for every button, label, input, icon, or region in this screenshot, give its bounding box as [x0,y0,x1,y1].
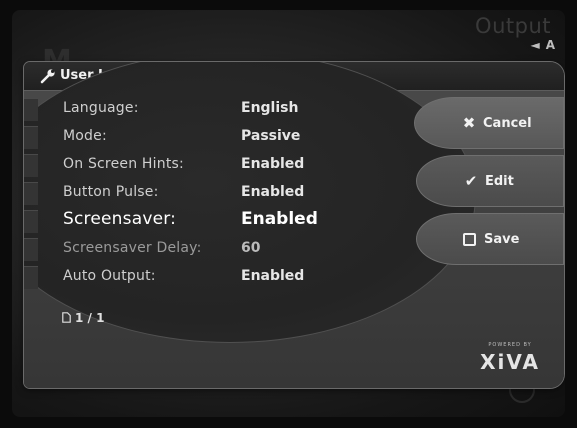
cancel-button[interactable]: ✖ Cancel [414,97,564,149]
logo-text: XiVA [480,350,540,374]
page-count: 1 / 1 [75,311,105,325]
powered-by-text: POWERED BY [488,342,532,348]
save-label: Save [484,231,520,247]
setting-value: Enabled [241,268,305,284]
setting-label: Auto Output: [63,268,156,284]
setting-label: On Screen Hints: [63,156,184,172]
cancel-label: Cancel [483,115,532,131]
background-title: Output [475,14,551,38]
settings-list: Language: English Mode: Passive On Scree… [24,95,434,291]
setting-label: Screensaver: [63,209,177,229]
setting-row-language[interactable]: Language: English [24,95,434,123]
setting-value: English [241,100,299,116]
audio-indicator: ◄ A [530,38,555,52]
edit-button[interactable]: ✔ Edit [416,155,564,207]
setting-row-screensaver-delay[interactable]: Screensaver Delay: 60 [24,235,434,263]
row-tab [24,210,38,233]
row-tab [24,98,38,121]
page-indicator: 1 / 1 [62,311,104,325]
setting-row-screensaver[interactable]: Screensaver: Enabled [24,207,434,235]
square-icon [463,232,476,246]
x-icon: ✖ [462,114,476,132]
setting-value: Passive [241,128,301,144]
setting-value: Enabled [241,209,318,229]
setting-value: Enabled [241,156,305,172]
settings-dialog: User Interface Settings Language: Englis… [24,62,564,388]
checkmark-icon: ✔ [464,172,478,190]
setting-label: Language: [63,100,139,116]
page-icon [62,312,71,323]
row-tab [24,182,38,205]
dialog-body: Language: English Mode: Passive On Scree… [24,62,564,388]
setting-row-mode[interactable]: Mode: Passive [24,123,434,151]
audio-label: A [545,38,555,52]
edit-label: Edit [485,173,514,189]
setting-value: Enabled [241,184,305,200]
setting-row-button-pulse[interactable]: Button Pulse: Enabled [24,179,434,207]
xiva-logo: POWERED BY XiVA [480,342,540,374]
row-tab [24,154,38,177]
row-tab [24,126,38,149]
setting-label: Button Pulse: [63,184,159,200]
wrench-icon [40,69,55,84]
setting-row-on-screen-hints[interactable]: On Screen Hints: Enabled [24,151,434,179]
row-tab [24,238,38,261]
tv-screen: M Output ◄A User Interface Settings Lang… [12,10,565,417]
save-button[interactable]: Save [416,213,564,265]
row-tab [24,266,38,289]
setting-value: 60 [241,240,261,256]
speaker-icon: ◄ [530,38,540,52]
setting-label: Screensaver Delay: [63,240,202,256]
setting-label: Mode: [63,128,107,144]
setting-row-auto-output[interactable]: Auto Output: Enabled [24,263,434,291]
